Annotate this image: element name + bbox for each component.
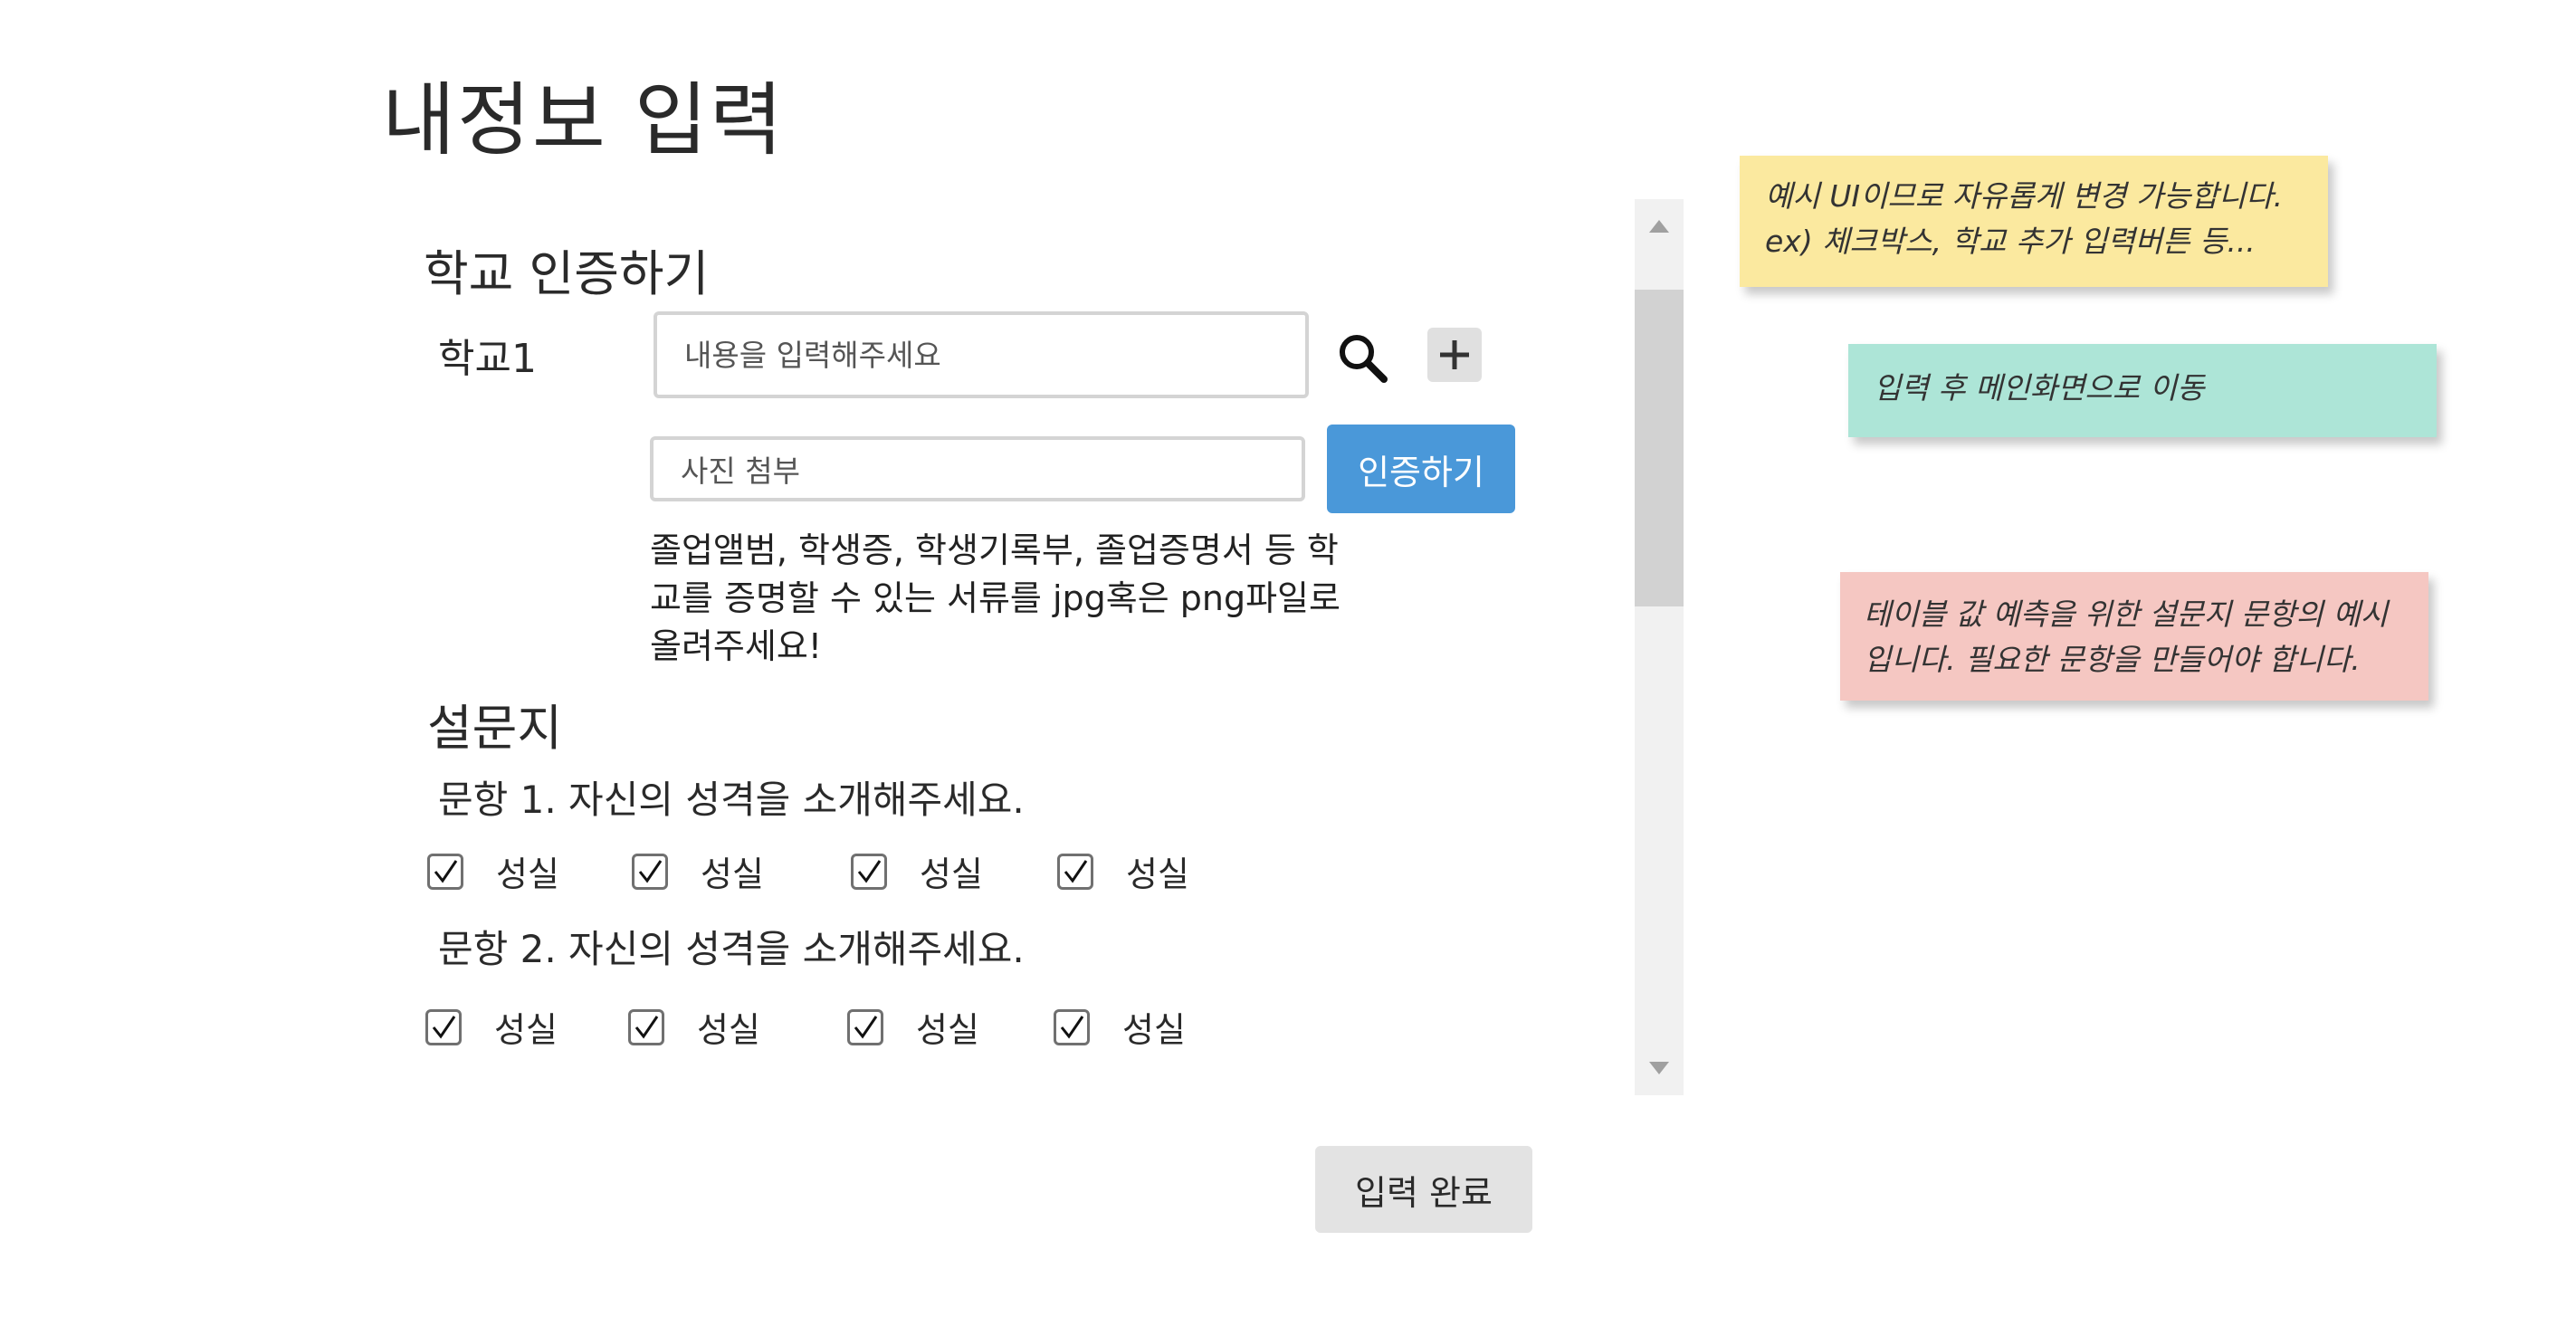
checkmark-icon: [638, 859, 663, 883]
q2-option-1[interactable]: 성실: [425, 1002, 558, 1052]
q2-option-2[interactable]: 성실: [628, 1002, 760, 1052]
checkbox[interactable]: [847, 1008, 883, 1045]
note-text: ex) 체크박스, 학교 추가 입력버튼 등...: [1765, 224, 2256, 259]
checkbox[interactable]: [632, 853, 668, 890]
triangle-up-icon: [1649, 220, 1669, 233]
option-label: 성실: [1122, 1010, 1186, 1050]
scroll-thumb[interactable]: [1635, 290, 1684, 606]
form-panel: 학교 인증하기 학교1 인증하기 졸업앨범, 학생증, 학생기록부, 졸업증명서…: [398, 199, 1684, 1095]
upload-help-text: 졸업앨범, 학생증, 학생기록부, 졸업증명서 등 학교를 증명할 수 있는 서…: [650, 530, 1340, 666]
q1-option-1[interactable]: 성실: [427, 846, 559, 896]
verify-button[interactable]: 인증하기: [1327, 425, 1515, 513]
q2-option-3[interactable]: 성실: [847, 1002, 979, 1052]
option-label: 성실: [916, 1010, 979, 1050]
option-label: 성실: [920, 854, 983, 894]
question-2: 문항 2. 자신의 성격을 소개해주세요.: [438, 927, 1025, 971]
note-text: 예시 UI이므로 자유롭게 변경 가능합니다.: [1765, 178, 2284, 214]
option-label: 성실: [494, 1010, 558, 1050]
note-text: 입니다. 필요한 문항을 만들어야 합니다.: [1864, 642, 2361, 677]
school-section-title: 학교 인증하기: [424, 245, 710, 302]
option-label: 성실: [701, 854, 764, 894]
q1-option-3[interactable]: 성실: [851, 846, 983, 896]
note-green: 입력 후 메인화면으로 이동: [1848, 344, 2437, 437]
checkbox[interactable]: [427, 853, 463, 890]
school-label: 학교1: [438, 336, 537, 382]
question-1: 문항 1. 자신의 성격을 소개해주세요.: [438, 778, 1025, 822]
page: 내정보 입력 학교 인증하기 학교1 인증하기 졸업앨범, 학생증, 학생기록부…: [0, 0, 2576, 1336]
checkmark-icon: [857, 859, 882, 883]
submit-button[interactable]: 입력 완료: [1315, 1146, 1532, 1233]
checkbox[interactable]: [1057, 853, 1093, 890]
search-icon: [1340, 335, 1388, 383]
checkbox[interactable]: [851, 853, 887, 890]
checkmark-icon: [1060, 1015, 1084, 1039]
plus-icon: [1440, 340, 1469, 369]
checkmark-icon: [1064, 859, 1088, 883]
checkbox[interactable]: [628, 1008, 664, 1045]
q1-option-4[interactable]: 성실: [1057, 846, 1189, 896]
page-title: 내정보 입력: [382, 73, 785, 167]
note-red: 테이블 값 예측을 위한 설문지 문항의 예시 입니다. 필요한 문항을 만들어…: [1840, 572, 2428, 701]
checkbox[interactable]: [1054, 1008, 1090, 1045]
scrollbar[interactable]: [1635, 199, 1684, 1095]
triangle-down-icon: [1649, 1062, 1669, 1074]
search-button[interactable]: [1331, 326, 1394, 389]
scroll-down-button[interactable]: [1635, 1041, 1684, 1095]
add-school-button[interactable]: [1427, 328, 1482, 382]
checkmark-icon: [854, 1015, 878, 1039]
q1-option-2[interactable]: 성실: [632, 846, 764, 896]
option-label: 성실: [496, 854, 559, 894]
checkmark-icon: [432, 1015, 456, 1039]
checkmark-icon: [634, 1015, 659, 1039]
q2-option-4[interactable]: 성실: [1054, 1002, 1186, 1052]
option-label: 성실: [1126, 854, 1189, 894]
note-text: 테이블 값 예측을 위한 설문지 문항의 예시: [1864, 596, 2389, 632]
note-text: 입력 후 메인화면으로 이동: [1874, 370, 2205, 406]
school-name-input[interactable]: [654, 311, 1309, 398]
option-label: 성실: [697, 1010, 760, 1050]
survey-title: 설문지: [427, 700, 563, 757]
note-yellow: 예시 UI이므로 자유롭게 변경 가능합니다. ex) 체크박스, 학교 추가 …: [1740, 156, 2328, 287]
checkbox[interactable]: [425, 1008, 462, 1045]
scroll-up-button[interactable]: [1635, 199, 1684, 253]
checkmark-icon: [434, 859, 458, 883]
photo-attach-input[interactable]: [650, 436, 1305, 501]
